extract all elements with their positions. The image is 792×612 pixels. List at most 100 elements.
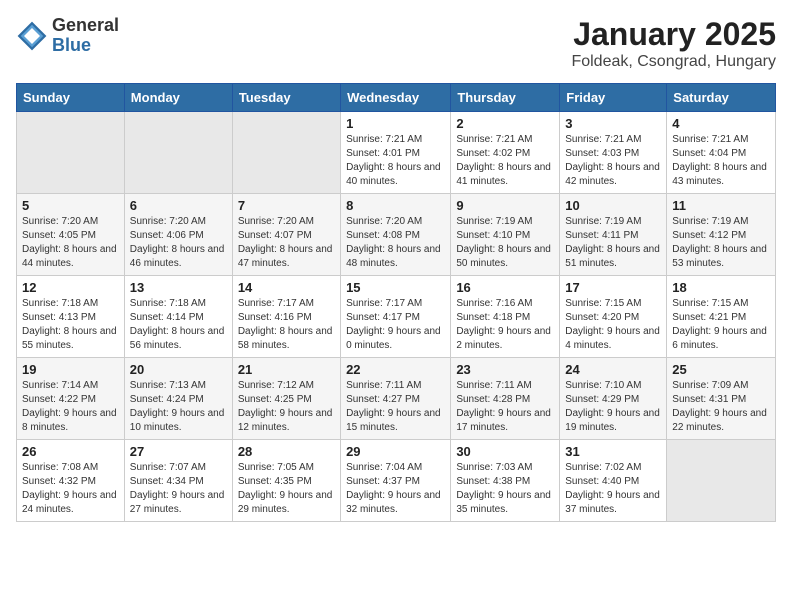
calendar-cell: 27 Sunrise: 7:07 AM Sunset: 4:34 PM Dayli… [124, 440, 232, 522]
title-block: January 2025 Foldeak, Csongrad, Hungary [571, 16, 776, 71]
cell-info-text: Sunrise: 7:19 AM Sunset: 4:10 PM Dayligh… [456, 215, 554, 271]
cell-info-text: Sunrise: 7:18 AM Sunset: 4:13 PM Dayligh… [22, 297, 119, 353]
cell-day-number: 1 [346, 116, 445, 131]
cell-info-text: Sunrise: 7:21 AM Sunset: 4:04 PM Dayligh… [672, 133, 770, 189]
cell-info-text: Sunrise: 7:08 AM Sunset: 4:32 PM Dayligh… [22, 461, 119, 517]
calendar-cell [17, 112, 125, 194]
logo-general: General [52, 16, 119, 36]
calendar-cell [667, 440, 776, 522]
cell-info-text: Sunrise: 7:19 AM Sunset: 4:11 PM Dayligh… [565, 215, 661, 271]
cell-day-number: 11 [672, 198, 770, 213]
cell-info-text: Sunrise: 7:21 AM Sunset: 4:03 PM Dayligh… [565, 133, 661, 189]
weekday-header-cell: Thursday [451, 84, 560, 112]
cell-info-text: Sunrise: 7:02 AM Sunset: 4:40 PM Dayligh… [565, 461, 661, 517]
calendar-cell: 8 Sunrise: 7:20 AM Sunset: 4:08 PM Daylig… [341, 194, 451, 276]
cell-day-number: 12 [22, 280, 119, 295]
cell-info-text: Sunrise: 7:18 AM Sunset: 4:14 PM Dayligh… [130, 297, 227, 353]
cell-day-number: 23 [456, 362, 554, 377]
calendar-cell: 21 Sunrise: 7:12 AM Sunset: 4:25 PM Dayli… [232, 358, 340, 440]
cell-day-number: 16 [456, 280, 554, 295]
cell-day-number: 31 [565, 444, 661, 459]
calendar-cell: 25 Sunrise: 7:09 AM Sunset: 4:31 PM Dayli… [667, 358, 776, 440]
calendar-cell: 31 Sunrise: 7:02 AM Sunset: 4:40 PM Dayli… [560, 440, 667, 522]
cell-day-number: 6 [130, 198, 227, 213]
calendar-body: 1 Sunrise: 7:21 AM Sunset: 4:01 PM Daylig… [17, 112, 776, 522]
cell-day-number: 8 [346, 198, 445, 213]
calendar-cell: 14 Sunrise: 7:17 AM Sunset: 4:16 PM Dayli… [232, 276, 340, 358]
weekday-header-cell: Friday [560, 84, 667, 112]
calendar-week-row: 1 Sunrise: 7:21 AM Sunset: 4:01 PM Daylig… [17, 112, 776, 194]
cell-day-number: 7 [238, 198, 335, 213]
cell-day-number: 20 [130, 362, 227, 377]
cell-info-text: Sunrise: 7:05 AM Sunset: 4:35 PM Dayligh… [238, 461, 335, 517]
cell-info-text: Sunrise: 7:20 AM Sunset: 4:08 PM Dayligh… [346, 215, 445, 271]
calendar-cell [232, 112, 340, 194]
cell-day-number: 25 [672, 362, 770, 377]
cell-day-number: 28 [238, 444, 335, 459]
cell-info-text: Sunrise: 7:13 AM Sunset: 4:24 PM Dayligh… [130, 379, 227, 435]
logo: General Blue [16, 16, 119, 56]
cell-day-number: 19 [22, 362, 119, 377]
calendar-cell: 22 Sunrise: 7:11 AM Sunset: 4:27 PM Dayli… [341, 358, 451, 440]
cell-info-text: Sunrise: 7:17 AM Sunset: 4:17 PM Dayligh… [346, 297, 445, 353]
calendar-cell [124, 112, 232, 194]
weekday-header-row: SundayMondayTuesdayWednesdayThursdayFrid… [17, 84, 776, 112]
cell-day-number: 2 [456, 116, 554, 131]
calendar-cell: 26 Sunrise: 7:08 AM Sunset: 4:32 PM Dayli… [17, 440, 125, 522]
cell-day-number: 26 [22, 444, 119, 459]
cell-info-text: Sunrise: 7:11 AM Sunset: 4:27 PM Dayligh… [346, 379, 445, 435]
calendar-cell: 19 Sunrise: 7:14 AM Sunset: 4:22 PM Dayli… [17, 358, 125, 440]
calendar-cell: 4 Sunrise: 7:21 AM Sunset: 4:04 PM Daylig… [667, 112, 776, 194]
cell-info-text: Sunrise: 7:21 AM Sunset: 4:02 PM Dayligh… [456, 133, 554, 189]
cell-day-number: 5 [22, 198, 119, 213]
cell-info-text: Sunrise: 7:20 AM Sunset: 4:07 PM Dayligh… [238, 215, 335, 271]
logo-text: General Blue [52, 16, 119, 56]
logo-icon [16, 20, 48, 52]
cell-day-number: 30 [456, 444, 554, 459]
calendar-cell: 17Sunrise: 7:15 AM Sunset: 4:20 PM Dayli… [560, 276, 667, 358]
cell-day-number: 24 [565, 362, 661, 377]
calendar-cell: 10 Sunrise: 7:19 AM Sunset: 4:11 PM Dayli… [560, 194, 667, 276]
cell-info-text: Sunrise: 7:10 AM Sunset: 4:29 PM Dayligh… [565, 379, 661, 435]
calendar-cell: 29 Sunrise: 7:04 AM Sunset: 4:37 PM Dayli… [341, 440, 451, 522]
weekday-header-cell: Tuesday [232, 84, 340, 112]
calendar-week-row: 12 Sunrise: 7:18 AM Sunset: 4:13 PM Dayli… [17, 276, 776, 358]
cell-day-number: 18 [672, 280, 770, 295]
calendar-cell: 1 Sunrise: 7:21 AM Sunset: 4:01 PM Daylig… [341, 112, 451, 194]
calendar-cell: 24 Sunrise: 7:10 AM Sunset: 4:29 PM Dayli… [560, 358, 667, 440]
cell-info-text: Sunrise: 7:16 AM Sunset: 4:18 PM Dayligh… [456, 297, 554, 353]
calendar-cell: 2 Sunrise: 7:21 AM Sunset: 4:02 PM Daylig… [451, 112, 560, 194]
cell-info-text: Sunrise: 7:09 AM Sunset: 4:31 PM Dayligh… [672, 379, 770, 435]
cell-info-text: Sunrise: 7:15 AM Sunset: 4:21 PM Dayligh… [672, 297, 770, 353]
cell-day-number: 10 [565, 198, 661, 213]
cell-info-text: Sunrise: 7:19 AM Sunset: 4:12 PM Dayligh… [672, 215, 770, 271]
cell-info-text: Sunrise: 7:20 AM Sunset: 4:05 PM Dayligh… [22, 215, 119, 271]
calendar-week-row: 5 Sunrise: 7:20 AM Sunset: 4:05 PM Daylig… [17, 194, 776, 276]
calendar-cell: 23Sunrise: 7:11 AM Sunset: 4:28 PM Dayli… [451, 358, 560, 440]
cell-day-number: 9 [456, 198, 554, 213]
cell-info-text: Sunrise: 7:17 AM Sunset: 4:16 PM Dayligh… [238, 297, 335, 353]
cell-day-number: 27 [130, 444, 227, 459]
cell-day-number: 14 [238, 280, 335, 295]
cell-day-number: 3 [565, 116, 661, 131]
cell-info-text: Sunrise: 7:07 AM Sunset: 4:34 PM Dayligh… [130, 461, 227, 517]
calendar-cell: 28 Sunrise: 7:05 AM Sunset: 4:35 PM Dayli… [232, 440, 340, 522]
calendar-cell: 5 Sunrise: 7:20 AM Sunset: 4:05 PM Daylig… [17, 194, 125, 276]
cell-info-text: Sunrise: 7:20 AM Sunset: 4:06 PM Dayligh… [130, 215, 227, 271]
cell-info-text: Sunrise: 7:04 AM Sunset: 4:37 PM Dayligh… [346, 461, 445, 517]
calendar-cell: 9 Sunrise: 7:19 AM Sunset: 4:10 PM Daylig… [451, 194, 560, 276]
calendar-table: SundayMondayTuesdayWednesdayThursdayFrid… [16, 83, 776, 522]
cell-day-number: 13 [130, 280, 227, 295]
cell-info-text: Sunrise: 7:21 AM Sunset: 4:01 PM Dayligh… [346, 133, 445, 189]
cell-info-text: Sunrise: 7:15 AM Sunset: 4:20 PM Dayligh… [565, 297, 661, 353]
weekday-header-cell: Sunday [17, 84, 125, 112]
cell-day-number: 29 [346, 444, 445, 459]
cell-info-text: Sunrise: 7:14 AM Sunset: 4:22 PM Dayligh… [22, 379, 119, 435]
cell-info-text: Sunrise: 7:12 AM Sunset: 4:25 PM Dayligh… [238, 379, 335, 435]
cell-day-number: 21 [238, 362, 335, 377]
calendar-cell: 3 Sunrise: 7:21 AM Sunset: 4:03 PM Daylig… [560, 112, 667, 194]
cell-day-number: 22 [346, 362, 445, 377]
cell-day-number: 4 [672, 116, 770, 131]
month-title: January 2025 [571, 16, 776, 53]
calendar-week-row: 19 Sunrise: 7:14 AM Sunset: 4:22 PM Dayli… [17, 358, 776, 440]
